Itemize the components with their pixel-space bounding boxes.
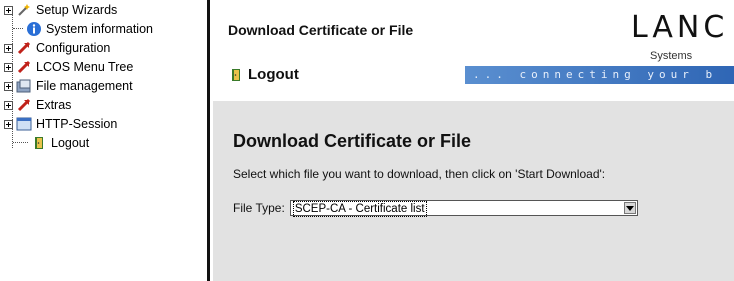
tree-branch bbox=[13, 142, 28, 144]
folder-icon bbox=[16, 78, 32, 94]
door-icon bbox=[228, 67, 244, 83]
main-content: Download Certificate or File Select whic… bbox=[213, 101, 734, 281]
red-arrow-icon bbox=[16, 97, 32, 113]
file-type-row: File Type: SCEP-CA - Certificate list bbox=[233, 200, 638, 217]
tree-branch bbox=[13, 28, 23, 30]
expand-icon[interactable] bbox=[4, 100, 13, 110]
nav-item-label: LCOS Menu Tree bbox=[36, 60, 134, 74]
file-type-select[interactable]: SCEP-CA - Certificate list bbox=[289, 200, 638, 217]
nav-item-configuration[interactable]: Configuration bbox=[4, 39, 110, 57]
logout-label: Logout bbox=[248, 66, 299, 83]
nav-item-logout[interactable]: Logout bbox=[4, 134, 89, 152]
tagline-text: ... connecting your b bbox=[473, 68, 718, 81]
nav-item-label: Configuration bbox=[36, 41, 111, 55]
nav-item-http-session[interactable]: HTTP-Session bbox=[4, 115, 117, 133]
nav-item-label: System information bbox=[46, 22, 153, 36]
door-icon bbox=[31, 135, 47, 151]
nav-item-label: File management bbox=[36, 79, 133, 93]
file-type-label: File Type: bbox=[233, 201, 285, 215]
instruction-text: Select which file you want to download, … bbox=[233, 167, 606, 181]
header: Download Certificate or File LANC System… bbox=[213, 0, 734, 95]
red-arrow-icon bbox=[16, 59, 32, 75]
chevron-down-icon[interactable] bbox=[623, 202, 636, 214]
nav-item-label: Extras bbox=[36, 98, 72, 112]
page-title: Download Certificate or File bbox=[228, 22, 414, 38]
nav-item-extras[interactable]: Extras bbox=[4, 96, 71, 114]
nav-item-label: Setup Wizards bbox=[36, 3, 118, 17]
nav-item-setup-wizards[interactable]: Setup Wizards bbox=[4, 1, 117, 19]
nav-item-file-management[interactable]: File management bbox=[4, 77, 133, 95]
window-icon bbox=[16, 116, 32, 132]
section-heading: Download Certificate or File bbox=[233, 131, 472, 151]
nav-item-lcos-menu-tree[interactable]: LCOS Menu Tree bbox=[4, 58, 133, 76]
tagline-bar: ... connecting your b bbox=[465, 66, 734, 84]
info-icon bbox=[26, 21, 42, 37]
expand-icon[interactable] bbox=[4, 5, 13, 15]
file-type-selected-value: SCEP-CA - Certificate list bbox=[292, 201, 427, 217]
nav-item-system-information[interactable]: System information bbox=[4, 20, 153, 38]
logout-link[interactable]: Logout bbox=[228, 66, 299, 83]
brand-logo-subtitle: Systems bbox=[650, 50, 693, 62]
brand-logo: LANC bbox=[631, 10, 729, 45]
expand-icon[interactable] bbox=[4, 81, 13, 91]
red-arrow-icon bbox=[16, 40, 32, 56]
nav-item-label: HTTP-Session bbox=[36, 117, 118, 131]
nav-item-label: Logout bbox=[51, 136, 90, 150]
expand-icon[interactable] bbox=[4, 119, 13, 129]
wand-icon bbox=[16, 2, 32, 18]
expand-icon[interactable] bbox=[4, 62, 13, 72]
navigation-tree: Setup Wizards System information Configu… bbox=[0, 0, 210, 281]
expand-icon[interactable] bbox=[4, 43, 13, 53]
